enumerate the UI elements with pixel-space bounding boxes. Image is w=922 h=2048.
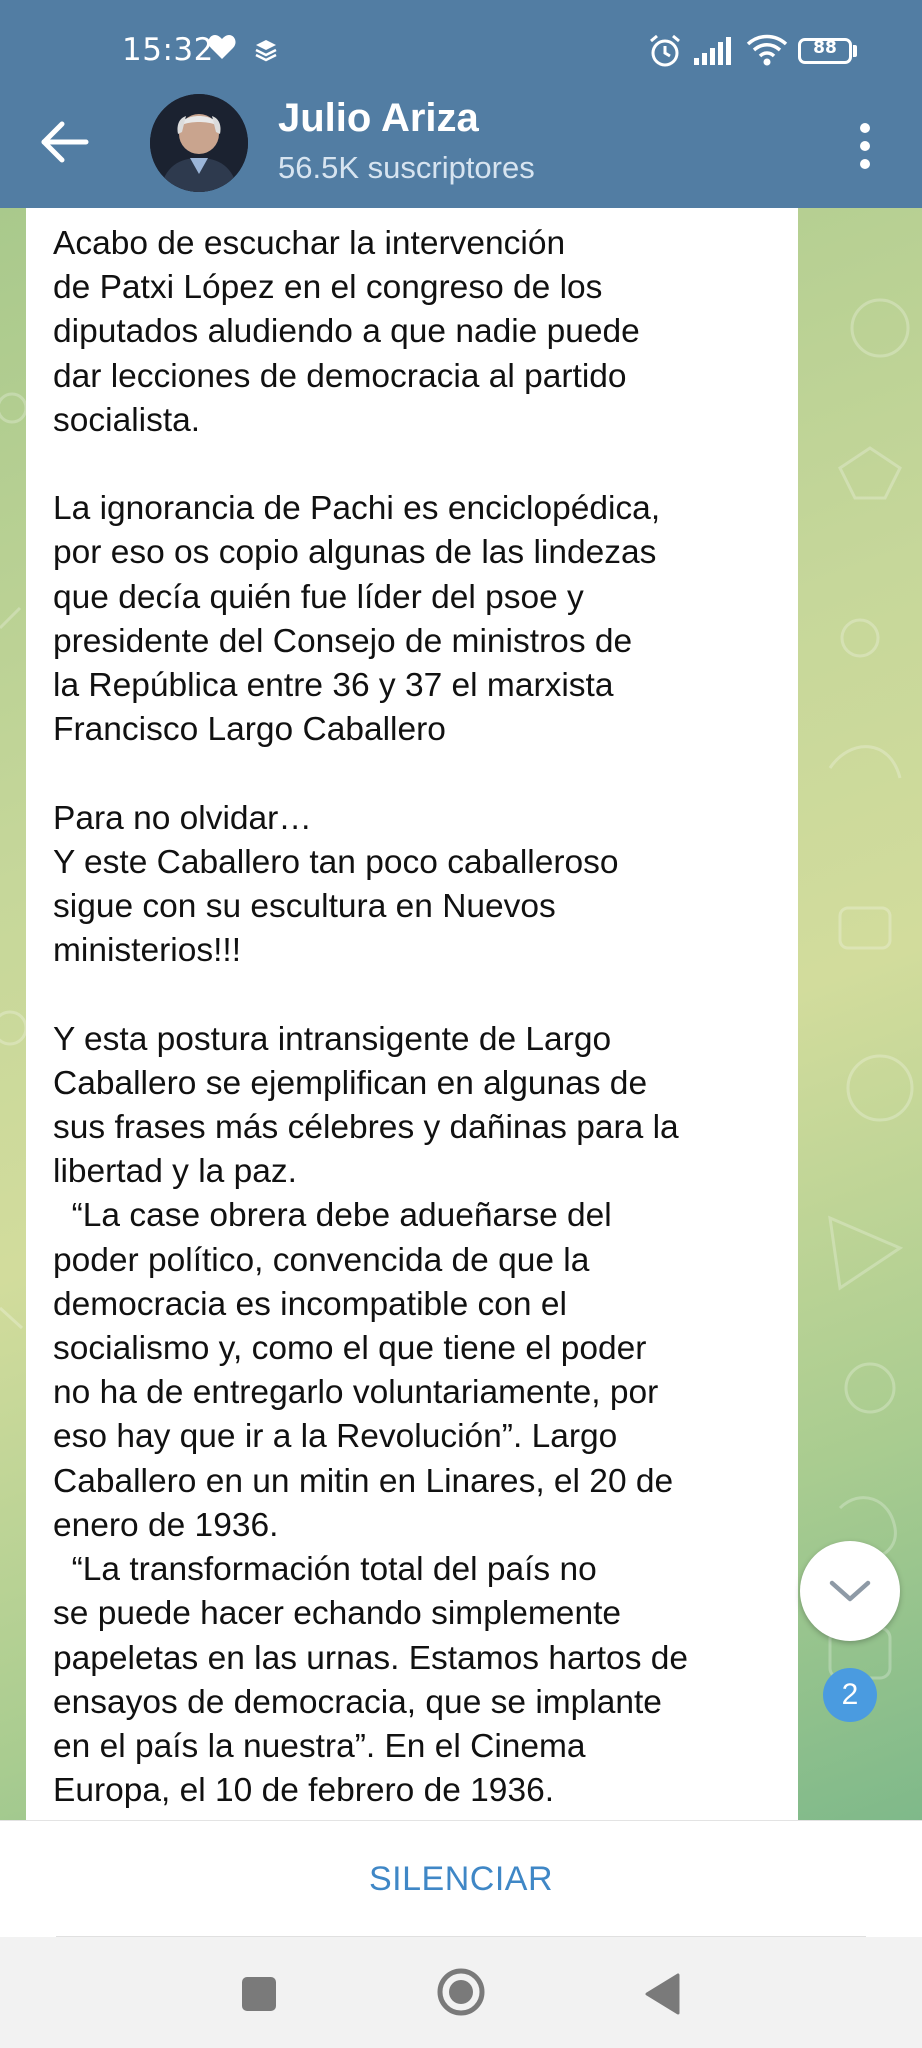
channel-title[interactable]: Julio Ariza	[278, 96, 479, 141]
home-button[interactable]	[436, 1967, 486, 2021]
battery-level: 88	[813, 38, 837, 58]
more-options-button[interactable]	[840, 116, 890, 176]
chevron-down-icon	[829, 1580, 871, 1602]
alarm-icon	[648, 34, 682, 72]
battery-tip	[853, 45, 857, 57]
battery-icon: 88	[798, 38, 852, 64]
channel-header: 15:32 88 Julio Ariza 56.5K suscriptores	[0, 0, 922, 208]
recents-button[interactable]	[240, 1975, 278, 2017]
layers-icon	[254, 38, 278, 66]
channel-message[interactable]: Acabo de escuchar la intervención de Pat…	[26, 208, 798, 1820]
system-back-button[interactable]	[644, 1973, 680, 2019]
subscriber-count: 56.5K suscriptores	[278, 150, 535, 185]
scroll-to-bottom-button[interactable]	[800, 1541, 900, 1641]
home-circle-icon	[437, 1968, 485, 2016]
system-navigation-bar	[0, 1937, 922, 2048]
heart-icon	[208, 34, 236, 64]
message-text: Acabo de escuchar la intervención de Pat…	[53, 225, 689, 1820]
channel-bottom-bar: SILENCIAR	[0, 1820, 922, 1937]
recents-square-icon	[242, 1977, 276, 2011]
back-button[interactable]	[30, 110, 100, 174]
wifi-icon	[746, 34, 788, 70]
back-arrow-icon	[41, 121, 89, 163]
status-bar: 15:32 88	[0, 0, 922, 100]
more-vertical-icon	[860, 123, 870, 169]
channel-avatar[interactable]	[150, 94, 248, 192]
telegram-channel-screen: 15:32 88 Julio Ariza 56.5K suscriptores …	[0, 0, 922, 2048]
back-triangle-icon	[645, 1973, 680, 2015]
status-time: 15:32	[122, 32, 214, 68]
mute-button[interactable]: SILENCIAR	[0, 1821, 922, 1937]
unread-count-badge: 2	[823, 1668, 877, 1722]
signal-icon	[692, 36, 736, 70]
chat-area[interactable]: Acabo de escuchar la intervención de Pat…	[0, 208, 922, 1820]
